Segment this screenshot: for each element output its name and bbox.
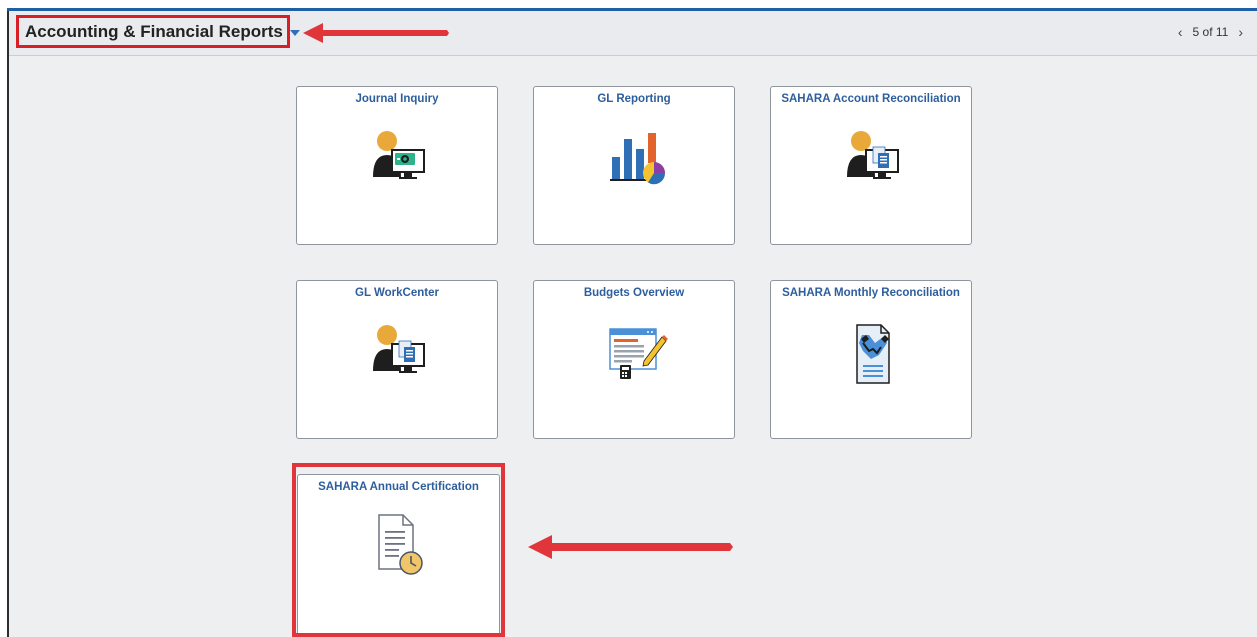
tile-title: SAHARA Account Reconciliation: [781, 93, 961, 105]
page-navigator: ‹ 5 of 11 ›: [1178, 24, 1243, 40]
tile-title: GL Reporting: [597, 93, 671, 105]
tile-title: Journal Inquiry: [355, 93, 439, 105]
tile-title: SAHARA Monthly Reconciliation: [782, 287, 960, 299]
tile-journal-inquiry[interactable]: Journal Inquiry: [296, 86, 498, 245]
annotation-arrow-left-title: [303, 23, 449, 43]
tile-sahara-monthly-reconciliation[interactable]: SAHARA Monthly Reconciliation: [770, 280, 972, 439]
annotation-arrow-left-tile: [528, 535, 733, 559]
homepage-selector[interactable]: Accounting & Financial Reports: [16, 15, 300, 48]
page-indicator: 5 of 11: [1192, 25, 1229, 39]
tile-sahara-account-reconciliation[interactable]: SAHARA Account Reconciliation: [770, 86, 972, 245]
tile-title: GL WorkCenter: [355, 287, 439, 299]
homepage-title: Accounting & Financial Reports: [25, 21, 283, 41]
tile-gl-workcenter[interactable]: GL WorkCenter: [296, 280, 498, 439]
budget-document-pencil-icon: [609, 328, 668, 379]
annotation-highlight-box: [292, 463, 505, 637]
person-monitor-document-icon: [847, 131, 899, 179]
tile-gl-reporting[interactable]: GL Reporting: [533, 86, 735, 245]
tile-budgets-overview[interactable]: Budgets Overview: [533, 280, 735, 439]
caret-down-icon[interactable]: [289, 29, 300, 36]
handshake-document-icon: [856, 324, 890, 384]
tile-title: Budgets Overview: [583, 287, 685, 299]
bar-pie-chart-icon: [610, 133, 666, 185]
person-monitor-document-icon: [373, 325, 425, 373]
person-monitor-gear-icon: [373, 131, 425, 179]
chevron-right-icon[interactable]: ›: [1238, 24, 1243, 40]
chevron-left-icon[interactable]: ‹: [1178, 24, 1183, 40]
